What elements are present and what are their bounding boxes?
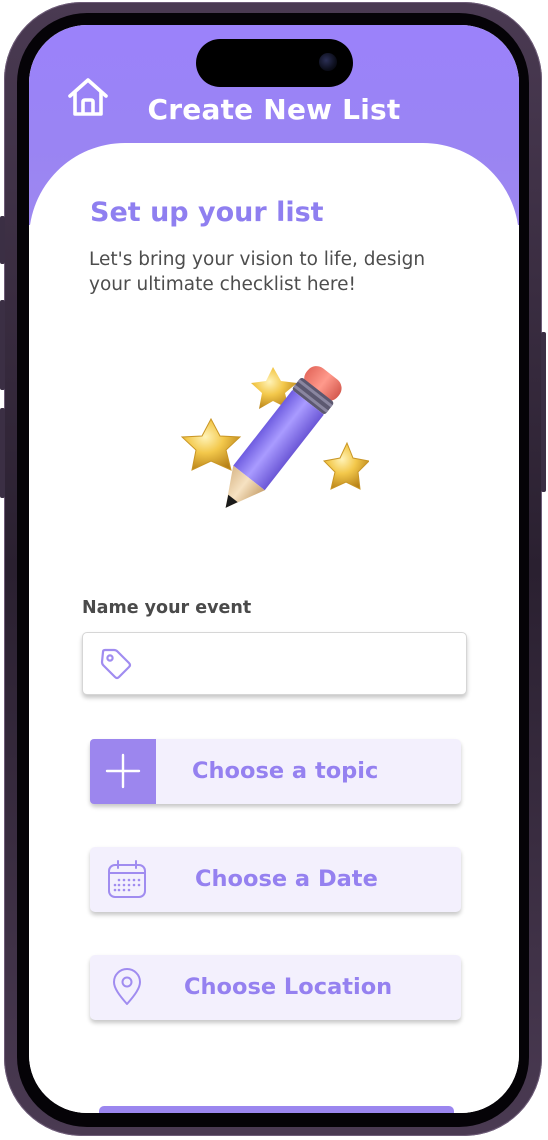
choose-date-button[interactable]: Choose a Date xyxy=(90,847,461,912)
location-pin-icon xyxy=(113,968,141,1005)
choose-date-label: Choose a Date xyxy=(195,866,378,892)
volume-down-button xyxy=(0,408,5,498)
star-icon xyxy=(180,417,242,471)
section-subtitle: Let's bring your vision to life, design … xyxy=(89,249,426,295)
calendar-icon xyxy=(108,860,146,898)
tag-icon xyxy=(100,648,132,680)
choose-topic-button[interactable]: Choose a topic xyxy=(90,739,461,804)
plus-icon-box xyxy=(90,739,156,804)
power-button xyxy=(541,332,546,492)
section-heading: Set up your list xyxy=(90,197,324,228)
choose-topic-label: Choose a topic xyxy=(192,758,379,784)
plus-icon xyxy=(105,753,141,789)
volume-up-button xyxy=(0,300,5,390)
choose-location-button[interactable]: Choose Location xyxy=(90,955,461,1020)
event-name-input[interactable] xyxy=(147,633,451,696)
star-icon xyxy=(322,441,369,490)
bottom-action-bar[interactable] xyxy=(99,1106,454,1113)
action-button xyxy=(0,216,5,264)
event-name-label: Name your event xyxy=(82,598,252,618)
pencil-stars-illustration xyxy=(180,366,369,508)
front-camera xyxy=(319,53,337,71)
page-title: Create New List xyxy=(147,93,401,126)
choose-location-label: Choose Location xyxy=(184,974,393,1000)
event-name-field[interactable] xyxy=(82,632,467,696)
app-screen: Create New List Set up your list Let's b… xyxy=(29,25,519,1113)
